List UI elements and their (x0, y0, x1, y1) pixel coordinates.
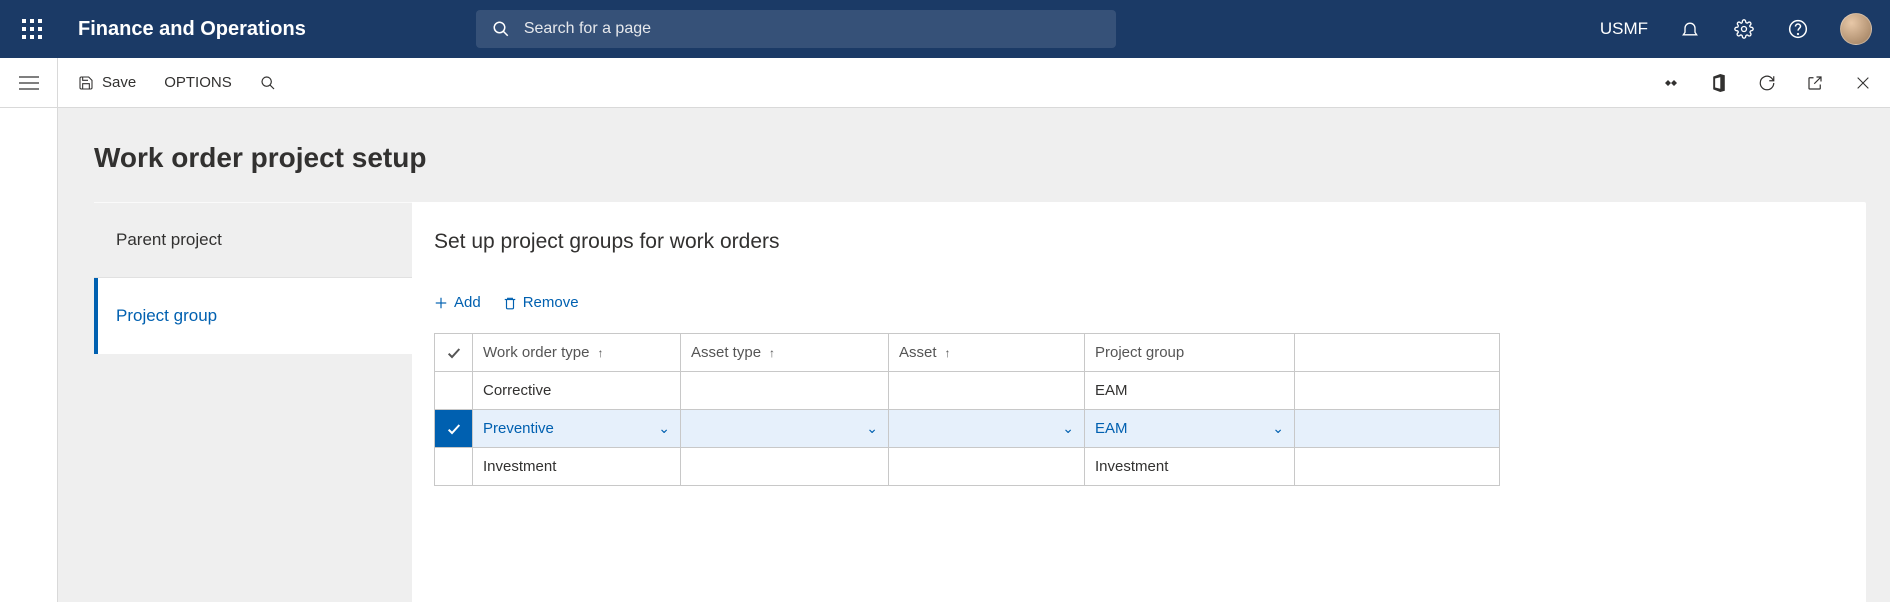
cell-asset[interactable]: ⌄ (889, 410, 1085, 447)
cell-project-group[interactable]: EAM (1085, 372, 1295, 409)
row-checkbox[interactable] (435, 372, 473, 409)
app-title: Finance and Operations (78, 18, 306, 41)
grid-header: Work order type↑ Asset type↑ Asset↑ Proj… (435, 334, 1499, 372)
plus-icon (434, 296, 448, 310)
cell-project-group[interactable]: EAM ⌄ (1085, 410, 1295, 447)
main-panel: Set up project groups for work orders Ad… (412, 202, 1866, 602)
table-row[interactable]: Corrective EAM (435, 372, 1499, 410)
avatar[interactable] (1840, 13, 1872, 45)
table-row[interactable]: Investment Investment (435, 448, 1499, 486)
chevron-down-icon[interactable]: ⌄ (1062, 420, 1074, 437)
cell-asset-type[interactable]: ⌄ (681, 410, 889, 447)
connect-icon[interactable] (1660, 72, 1682, 94)
save-label: Save (102, 74, 136, 91)
cell-project-group[interactable]: Investment (1085, 448, 1295, 485)
close-icon[interactable] (1852, 72, 1874, 94)
popout-icon[interactable] (1804, 72, 1826, 94)
chevron-down-icon[interactable]: ⌄ (1272, 420, 1284, 437)
add-button[interactable]: Add (434, 294, 481, 311)
tab-label: Parent project (116, 230, 222, 250)
left-rail (0, 108, 58, 602)
panel-title: Set up project groups for work orders (434, 230, 1838, 254)
col-spacer (1295, 334, 1499, 371)
toolbar-search-icon[interactable] (260, 75, 276, 91)
office-icon[interactable] (1708, 72, 1730, 94)
save-icon (78, 75, 94, 91)
row-checkbox[interactable] (435, 448, 473, 485)
chevron-down-icon[interactable]: ⌄ (866, 420, 878, 437)
cell-work-order-type[interactable]: Corrective (473, 372, 681, 409)
waffle-icon[interactable] (22, 19, 42, 39)
row-checkbox[interactable] (435, 410, 473, 447)
notifications-icon[interactable] (1678, 17, 1702, 41)
col-work-order-type[interactable]: Work order type↑ (473, 334, 681, 371)
remove-label: Remove (523, 294, 579, 311)
save-button[interactable]: Save (78, 74, 136, 91)
sort-asc-icon: ↑ (769, 346, 775, 360)
cell-work-order-type[interactable]: Preventive ⌄ (473, 410, 681, 447)
page-title: Work order project setup (94, 142, 1866, 174)
select-all-checkbox[interactable] (435, 334, 473, 371)
chevron-down-icon[interactable]: ⌄ (658, 420, 670, 437)
tab-parent-project[interactable]: Parent project (94, 202, 412, 278)
col-asset[interactable]: Asset↑ (889, 334, 1085, 371)
search-input[interactable] (524, 20, 1100, 38)
table-row[interactable]: Preventive ⌄ ⌄ ⌄ EAM ⌄ (435, 410, 1499, 448)
help-icon[interactable] (1786, 17, 1810, 41)
refresh-icon[interactable] (1756, 72, 1778, 94)
top-nav: Finance and Operations USMF (0, 0, 1890, 58)
col-asset-type[interactable]: Asset type↑ (681, 334, 889, 371)
col-project-group[interactable]: Project group (1085, 334, 1295, 371)
action-bar: Save OPTIONS (0, 58, 1890, 108)
search-icon (492, 20, 510, 38)
data-grid: Work order type↑ Asset type↑ Asset↑ Proj… (434, 333, 1500, 486)
sort-asc-icon: ↑ (597, 346, 603, 360)
options-button[interactable]: OPTIONS (164, 74, 232, 91)
company-code[interactable]: USMF (1600, 19, 1648, 39)
gear-icon[interactable] (1732, 17, 1756, 41)
cell-asset[interactable] (889, 448, 1085, 485)
cell-asset[interactable] (889, 372, 1085, 409)
trash-icon (503, 296, 517, 310)
cell-asset-type[interactable] (681, 448, 889, 485)
cell-work-order-type[interactable]: Investment (473, 448, 681, 485)
remove-button[interactable]: Remove (503, 294, 579, 311)
cell-asset-type[interactable] (681, 372, 889, 409)
add-label: Add (454, 294, 481, 311)
tab-label: Project group (116, 306, 217, 326)
nav-right: USMF (1600, 13, 1872, 45)
search-box[interactable] (476, 10, 1116, 48)
hamburger-icon[interactable] (0, 58, 58, 107)
sort-asc-icon: ↑ (945, 346, 951, 360)
side-tabs: Parent project Project group (94, 202, 412, 602)
tab-project-group[interactable]: Project group (94, 278, 412, 354)
options-label: OPTIONS (164, 74, 232, 91)
